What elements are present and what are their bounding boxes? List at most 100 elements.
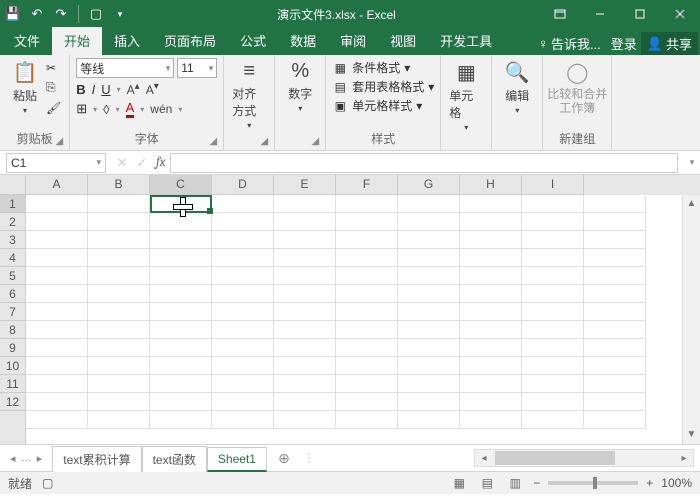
cell[interactable] xyxy=(274,393,336,411)
cell[interactable] xyxy=(398,303,460,321)
cell[interactable] xyxy=(584,411,646,429)
cell[interactable] xyxy=(274,339,336,357)
cell[interactable] xyxy=(274,231,336,249)
phonetic-button[interactable]: wén xyxy=(150,102,172,116)
cell[interactable] xyxy=(522,321,584,339)
cell[interactable] xyxy=(274,321,336,339)
table-format-button[interactable]: ▤套用表格格式 ▾ xyxy=(332,77,434,96)
dialog-launcher-icon[interactable]: ◢ xyxy=(56,136,64,147)
cell[interactable] xyxy=(398,231,460,249)
bold-button[interactable]: B xyxy=(76,82,85,97)
dialog-launcher-icon[interactable]: ◢ xyxy=(312,136,320,147)
cell[interactable] xyxy=(88,267,150,285)
cell[interactable] xyxy=(88,285,150,303)
expand-formula-bar-icon[interactable]: ▾ xyxy=(684,157,700,168)
editing-button[interactable]: 🔍编辑▾ xyxy=(498,58,536,117)
cancel-icon[interactable]: ✕ xyxy=(112,155,132,171)
grow-font-button[interactable]: A▴ xyxy=(127,81,140,97)
cell[interactable] xyxy=(398,249,460,267)
close-button[interactable] xyxy=(660,0,700,28)
cell[interactable] xyxy=(460,213,522,231)
formula-input[interactable] xyxy=(170,153,679,173)
view-normal-icon[interactable]: ▦ xyxy=(449,474,469,492)
tab-view[interactable]: 视图 xyxy=(378,27,428,55)
fill-color-button[interactable]: ◊ xyxy=(103,102,109,117)
vertical-scrollbar[interactable]: ▲ ▼ xyxy=(682,195,700,444)
name-box[interactable]: C1▾ xyxy=(6,153,106,173)
dialog-launcher-icon[interactable]: ◢ xyxy=(261,136,269,147)
cell[interactable] xyxy=(460,339,522,357)
cell[interactable] xyxy=(460,195,522,213)
font-size-combo[interactable]: 11▾ xyxy=(177,58,217,78)
cell[interactable] xyxy=(398,213,460,231)
cell[interactable] xyxy=(274,411,336,429)
tab-home[interactable]: 开始 xyxy=(52,27,102,55)
cell[interactable] xyxy=(398,411,460,429)
cell[interactable] xyxy=(460,357,522,375)
row-header[interactable]: 9 xyxy=(0,339,25,357)
number-button[interactable]: %数字▾ xyxy=(281,58,319,115)
tab-formulas[interactable]: 公式 xyxy=(228,27,278,55)
cell[interactable] xyxy=(398,375,460,393)
col-header[interactable]: B xyxy=(88,175,150,195)
row-header[interactable]: 12 xyxy=(0,393,25,411)
cell[interactable] xyxy=(274,357,336,375)
cell[interactable] xyxy=(336,303,398,321)
save-icon[interactable]: 💾 xyxy=(6,7,20,21)
cell[interactable] xyxy=(26,393,88,411)
col-header[interactable]: E xyxy=(274,175,336,195)
cell[interactable] xyxy=(522,285,584,303)
add-sheet-button[interactable]: ⊕ xyxy=(273,450,295,467)
cell[interactable] xyxy=(150,195,212,213)
format-painter-icon[interactable]: 🖌 xyxy=(46,101,61,115)
tab-data[interactable]: 数据 xyxy=(278,27,328,55)
cell[interactable] xyxy=(274,213,336,231)
tab-review[interactable]: 审阅 xyxy=(328,27,378,55)
cell[interactable] xyxy=(336,339,398,357)
cell[interactable] xyxy=(398,267,460,285)
cell[interactable] xyxy=(26,231,88,249)
cut-icon[interactable]: ✂ xyxy=(46,61,61,75)
cell[interactable] xyxy=(584,303,646,321)
undo-icon[interactable]: ↶ xyxy=(30,7,44,21)
cell[interactable] xyxy=(522,231,584,249)
cell[interactable] xyxy=(88,339,150,357)
cell[interactable] xyxy=(212,375,274,393)
cell[interactable] xyxy=(274,375,336,393)
cell[interactable] xyxy=(584,195,646,213)
cell[interactable] xyxy=(398,393,460,411)
cell[interactable] xyxy=(460,249,522,267)
cell-style-button[interactable]: ▣单元格样式 ▾ xyxy=(332,96,422,115)
minimize-button[interactable] xyxy=(580,0,620,28)
cell[interactable] xyxy=(88,303,150,321)
col-header[interactable]: I xyxy=(522,175,584,195)
row-header[interactable]: 5 xyxy=(0,267,25,285)
cell[interactable] xyxy=(336,267,398,285)
cell[interactable] xyxy=(150,285,212,303)
col-header[interactable]: H xyxy=(460,175,522,195)
cell[interactable] xyxy=(88,375,150,393)
zoom-slider[interactable] xyxy=(548,481,638,485)
cell[interactable] xyxy=(88,393,150,411)
cell[interactable] xyxy=(212,393,274,411)
cell[interactable] xyxy=(150,267,212,285)
horizontal-scrollbar[interactable]: ◂ ▸ xyxy=(474,449,694,467)
cells-area[interactable] xyxy=(26,195,700,429)
cell[interactable] xyxy=(212,321,274,339)
cell[interactable] xyxy=(336,285,398,303)
zoom-level-label[interactable]: 100% xyxy=(661,476,692,490)
cell[interactable] xyxy=(26,213,88,231)
row-header[interactable]: 6 xyxy=(0,285,25,303)
cell[interactable] xyxy=(584,375,646,393)
col-header[interactable]: G xyxy=(398,175,460,195)
cell[interactable] xyxy=(212,267,274,285)
cell[interactable] xyxy=(150,321,212,339)
cell[interactable] xyxy=(212,303,274,321)
underline-button[interactable]: U xyxy=(101,82,110,97)
cell[interactable] xyxy=(398,321,460,339)
new-file-icon[interactable]: ▢ xyxy=(89,7,103,21)
cell[interactable] xyxy=(88,249,150,267)
shrink-font-button[interactable]: A▾ xyxy=(146,81,159,97)
cell[interactable] xyxy=(150,231,212,249)
macro-record-icon[interactable]: ▢ xyxy=(42,476,53,490)
